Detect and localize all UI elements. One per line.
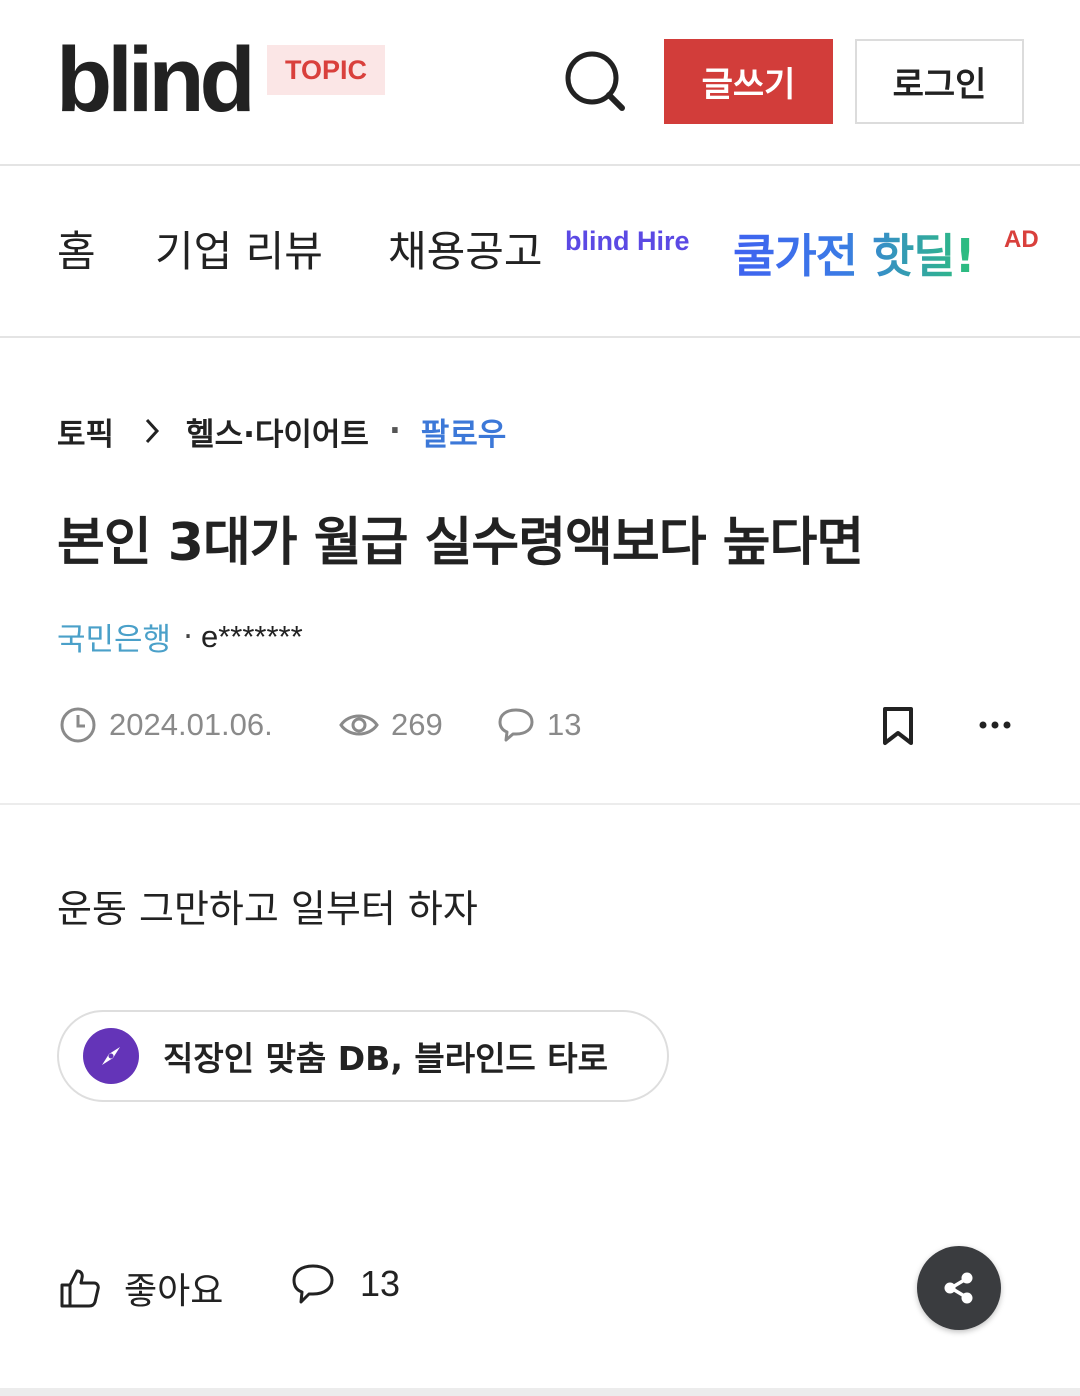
write-button[interactable]: 글쓰기	[664, 39, 833, 124]
top-header: blind TOPIC 글쓰기 로그인	[0, 0, 1080, 166]
post-comment-count: 13	[497, 700, 581, 750]
post-body: 운동 그만하고 일부터 하자	[57, 887, 478, 931]
eye-icon	[339, 714, 379, 736]
follow-button[interactable]: 팔로우	[421, 409, 507, 454]
share-icon	[944, 1272, 973, 1304]
comment-icon	[498, 708, 534, 742]
author-company[interactable]: 국민은행	[57, 614, 171, 659]
blind-hire-tag[interactable]: blind Hire	[565, 226, 690, 257]
author-line: 국민은행 · e*******	[57, 614, 303, 659]
thumbs-up-icon	[60, 1269, 100, 1308]
post-title: 본인 3대가 월급 실수령액보다 높다면	[57, 513, 864, 573]
post-actions: 좋아요 13	[0, 1240, 1080, 1340]
more-dots-icon	[979, 721, 1011, 729]
bookmark-button[interactable]	[881, 706, 915, 750]
comment-count: 13	[360, 1263, 401, 1304]
login-button[interactable]: 로그인	[855, 39, 1024, 124]
nav-ad-link[interactable]: 쿨가전 핫딜!	[733, 220, 976, 286]
nav-company-review[interactable]: 기업 리뷰	[155, 224, 323, 280]
topic-badge: TOPIC	[267, 45, 385, 95]
chevron-right-icon	[144, 417, 160, 445]
author-nickname: e*******	[200, 618, 303, 654]
post-views-count: 269	[391, 707, 443, 742]
bookmark-icon	[883, 707, 913, 745]
share-button[interactable]	[917, 1246, 1001, 1330]
post-views: 269	[339, 700, 443, 750]
compass-icon	[83, 1028, 139, 1084]
comment-icon	[292, 1264, 334, 1304]
post-date: 2024.01.06.	[59, 700, 273, 750]
blind-logo[interactable]: blind	[56, 30, 256, 130]
search-icon	[565, 51, 625, 111]
breadcrumb: 토픽 헬스·다이어트 · 팔로우	[57, 408, 506, 454]
divider	[0, 803, 1080, 805]
search-button[interactable]	[560, 50, 630, 112]
tarot-promo-button[interactable]: 직장인 맞춤 DB, 블라인드 타로	[57, 1010, 669, 1102]
bottom-separator	[0, 1388, 1080, 1396]
comment-button[interactable]: 13	[290, 1262, 400, 1306]
ad-badge: AD	[1004, 226, 1039, 253]
breadcrumb-dot: ·	[388, 413, 401, 449]
breadcrumb-category[interactable]: 헬스·다이어트	[186, 409, 369, 454]
breadcrumb-topic[interactable]: 토픽	[57, 409, 114, 454]
main-nav: 홈 기업 리뷰 채용공고 blind Hire 쿨가전 핫딜! AD	[0, 168, 1080, 338]
nav-home[interactable]: 홈	[57, 224, 96, 280]
clock-icon	[60, 707, 96, 743]
like-button[interactable]: 좋아요	[58, 1262, 223, 1314]
post-comment-count-text: 13	[547, 707, 582, 742]
post-meta: 2024.01.06. 269 13	[57, 700, 1027, 750]
like-label: 좋아요	[124, 1271, 224, 1312]
more-options-button[interactable]	[975, 710, 1015, 744]
nav-jobs[interactable]: 채용공고	[388, 224, 543, 280]
post-date-text: 2024.01.06.	[109, 707, 273, 742]
promo-text: 직장인 맞춤 DB, 블라인드 타로	[163, 1039, 608, 1078]
author-separator: ·	[183, 618, 193, 655]
